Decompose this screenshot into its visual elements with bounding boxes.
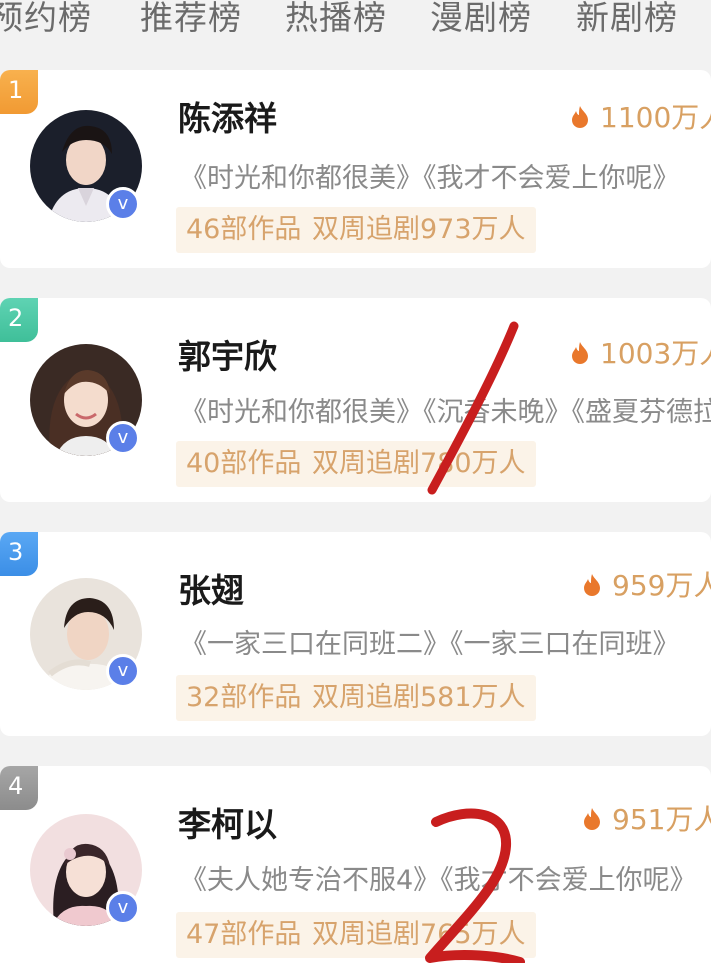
artist-name[interactable]: 李柯以 [178,798,277,846]
heat-score: 951万人气 [582,798,711,838]
tab-trending[interactable]: 热播榜 [285,0,387,42]
works-list: 《时光和你都很美》《我才不会爱上你呢》 [180,163,680,194]
rank-badge: 3 [0,532,38,576]
ranking-card-3[interactable]: 3 v 张翅 959万人气 《一家三口在同班二》《一家三口在同班》 32部作品 … [0,532,711,736]
heat-score: 959万人气 [582,564,711,604]
artist-name[interactable]: 郭宇欣 [178,330,277,378]
rank-badge: 2 [0,298,38,342]
works-list: 《一家三口在同班二》《一家三口在同班》 [180,629,680,660]
verified-icon: v [106,891,140,925]
ranking-card-4[interactable]: 4 v 李柯以 951万人气 《夫人她专治不服4》《我才不会爱上你呢》 47部作… [0,766,711,963]
works-count-tag: 47部作品 [176,912,312,958]
tab-new-drama[interactable]: 新剧榜 [576,0,678,42]
works-count-tag: 46部作品 [176,207,312,253]
followers-tag: 双周追剧765万人 [302,912,536,958]
heat-value: 1100万人气 [600,101,711,134]
ranking-card-2[interactable]: 2 v 郭宇欣 1003万人气 《时光和你都很美》《沉香未晚》《盛夏芬德拉》 4… [0,298,711,502]
flame-icon [572,106,588,128]
artist-name[interactable]: 张翅 [178,564,244,612]
followers-tag: 双周追剧973万人 [302,207,536,253]
heat-score: 1003万人气 [570,332,711,372]
ranking-card-1[interactable]: 1 v 陈添祥 1100万人气 《时光和你都很美》《我才不会爱上你呢》 46部作… [0,70,711,268]
works-list: 《时光和你都很美》《沉香未晚》《盛夏芬德拉》 [180,397,711,428]
flame-icon [572,342,588,364]
works-count-tag: 32部作品 [176,675,312,721]
tab-recommended[interactable]: 推荐榜 [140,0,242,42]
followers-tag: 双周追剧780万人 [302,441,536,487]
tab-comic-drama[interactable]: 漫剧榜 [430,0,532,42]
rank-badge: 1 [0,70,38,114]
verified-icon: v [106,421,140,455]
verified-icon: v [106,187,140,221]
works-list: 《夫人她专治不服4》《我才不会爱上你呢》 [180,865,697,896]
works-count-tag: 40部作品 [176,441,312,487]
heat-value: 959万人气 [612,569,711,602]
rank-badge: 4 [0,766,38,810]
heat-value: 951万人气 [612,803,711,836]
tab-reservation[interactable]: 预约榜 [0,0,92,42]
followers-tag: 双周追剧581万人 [302,675,536,721]
flame-icon [584,574,600,596]
flame-icon [584,808,600,830]
heat-score: 1100万人气 [570,96,711,136]
verified-icon: v [106,654,140,688]
ranking-tab-bar: 预约榜 推荐榜 热播榜 漫剧榜 新剧榜 [0,0,711,52]
heat-value: 1003万人气 [600,337,711,370]
artist-name[interactable]: 陈添祥 [178,92,277,140]
ranking-page: 预约榜 推荐榜 热播榜 漫剧榜 新剧榜 1 v 陈添祥 1100万人气 《时光和… [0,0,711,963]
